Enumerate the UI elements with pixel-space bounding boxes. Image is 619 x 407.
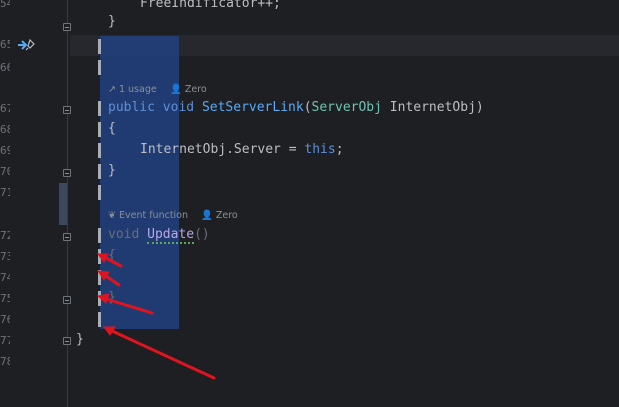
block-selection <box>100 36 179 329</box>
line-number: 76 <box>0 313 10 326</box>
code-line[interactable]: } <box>108 14 116 30</box>
unity-event-icon: ❦ <box>108 210 116 221</box>
line-number: 74 <box>0 271 10 284</box>
red-arrow <box>108 328 216 380</box>
usage-icon: ↗ <box>108 84 116 95</box>
fold-guide-line <box>67 0 68 407</box>
fold-toggle-icon[interactable] <box>63 169 71 177</box>
line-number: 71 <box>0 186 10 199</box>
person-icon: 👤 <box>201 210 213 221</box>
caret <box>98 312 101 327</box>
ai-hint[interactable]: 👤 Zero <box>170 84 207 95</box>
caret <box>98 228 101 243</box>
code-line[interactable]: } <box>108 290 116 306</box>
update-signature-line[interactable]: void Update() <box>108 227 210 244</box>
line-number: 77 <box>0 334 10 347</box>
line-number: 68 <box>0 123 10 136</box>
line-number: 66 <box>0 61 10 74</box>
line-number: 75 <box>0 292 10 305</box>
method-signature-line[interactable]: public void SetServerLink(ServerObj Inte… <box>108 100 484 116</box>
caret <box>98 164 101 179</box>
fold-toggle-icon[interactable] <box>63 233 71 241</box>
caret <box>98 60 101 75</box>
code-line[interactable]: { <box>108 248 116 264</box>
vcs-change-marker[interactable] <box>59 183 67 225</box>
line-number: 69 <box>0 144 10 157</box>
caret <box>98 185 101 200</box>
caret <box>98 291 101 306</box>
line-number: 70 <box>0 165 10 178</box>
line-number: 65 <box>0 38 10 51</box>
code-line[interactable]: FreeIndificator++; <box>140 0 281 12</box>
caret <box>98 39 101 54</box>
assignment-line[interactable]: InternetObj.Server = this; <box>140 142 344 158</box>
fold-toggle-icon[interactable] <box>63 106 71 114</box>
usage-hint[interactable]: ↗ 1 usage <box>108 84 157 95</box>
caret <box>98 249 101 264</box>
fold-toggle-icon[interactable] <box>63 23 71 31</box>
line-number: 54 <box>0 0 10 10</box>
line-number: 78 <box>0 355 10 368</box>
line-number: 67 <box>0 102 10 115</box>
caret <box>98 143 101 158</box>
caret <box>98 101 101 116</box>
caret <box>98 122 101 137</box>
code-line[interactable]: { <box>108 121 116 137</box>
caret <box>98 270 101 285</box>
event-function-hint[interactable]: ❦ Event function <box>108 210 188 221</box>
code-editor[interactable]: 54 65 66 67 68 69 70 71 72 73 74 75 76 7… <box>0 0 619 407</box>
line-number: 72 <box>0 229 10 242</box>
fold-toggle-icon[interactable] <box>63 337 71 345</box>
code-line[interactable]: } <box>76 332 84 348</box>
ai-hint[interactable]: 👤 Zero <box>201 210 238 221</box>
code-line[interactable]: } <box>108 163 116 179</box>
run-to-cursor-icon[interactable] <box>17 38 37 52</box>
person-icon: 👤 <box>170 84 182 95</box>
annotation-arrows <box>96 253 216 380</box>
fold-toggle-icon[interactable] <box>63 296 71 304</box>
line-number: 73 <box>0 250 10 263</box>
